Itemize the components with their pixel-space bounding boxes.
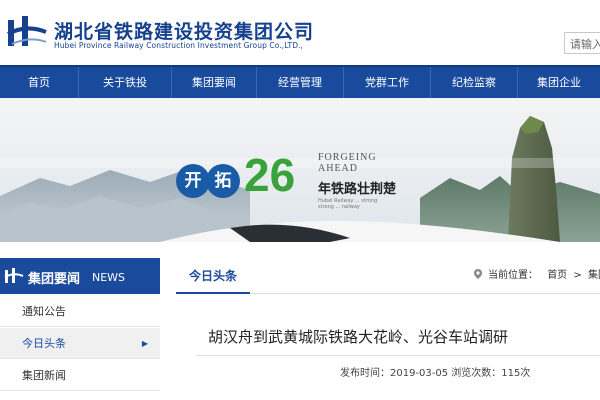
nav-item-party[interactable]: 党群工作 xyxy=(344,67,430,98)
mountain-landscape-image xyxy=(0,98,600,242)
sidebar-item-headlines[interactable]: 今日头条 ▶ xyxy=(0,328,160,359)
divider xyxy=(196,355,600,356)
site-subtitle: Hubei Province Railway Construction Inve… xyxy=(54,41,304,50)
hero-banner xyxy=(0,98,600,242)
banner-number: 26 xyxy=(244,149,296,201)
banner-slogan: 年铁路壮荆楚 xyxy=(318,182,397,197)
sidebar-logo-icon xyxy=(4,268,24,283)
banner-small-text: Hubei Railway ... strong strong ... rail… xyxy=(318,198,377,210)
location-icon xyxy=(474,269,482,279)
sidebar-item-label: 集团新闻 xyxy=(22,369,66,382)
main-nav: 首页 关于铁投 集团要闻 经营管理 党群工作 纪检监察 集团企业 xyxy=(0,65,600,98)
banner-char-expand: 拓 xyxy=(206,164,240,198)
banner-english: FORGEING AHEAD xyxy=(318,152,377,174)
sidebar-title-en: NEWS xyxy=(92,271,126,284)
banner-small-line2: strong ... railway xyxy=(318,204,360,210)
breadcrumb: 当前位置： 首页 > 集团 xyxy=(472,258,600,294)
breadcrumb-prefix: 当前位置： xyxy=(488,270,538,281)
breadcrumb-current[interactable]: 集团 xyxy=(588,270,600,281)
article-title: 胡汉舟到武黄城际铁路大花岭、光谷车站调研 xyxy=(208,328,509,346)
banner-char-open: 开 xyxy=(176,164,210,198)
content-tab-bar: 今日头条 当前位置： 首页 > 集团 xyxy=(176,258,600,294)
sidebar-item-group-news[interactable]: 集团新闻 xyxy=(0,360,160,391)
breadcrumb-home[interactable]: 首页 xyxy=(547,270,567,281)
sidebar-header: 集团要闻 NEWS xyxy=(0,258,160,294)
nav-item-enterprises[interactable]: 集团企业 xyxy=(518,67,600,98)
tab-headlines[interactable]: 今日头条 xyxy=(176,258,250,294)
article-meta: 发布时间：2019-03-05 浏览次数：115次 xyxy=(340,368,531,379)
sidebar-item-label: 通知公告 xyxy=(22,305,66,318)
nav-item-news[interactable]: 集团要闻 xyxy=(172,67,256,98)
search-input[interactable]: 请输入 xyxy=(564,32,600,54)
nav-item-management[interactable]: 经营管理 xyxy=(257,67,343,98)
nav-item-home[interactable]: 首页 xyxy=(0,67,78,98)
nav-item-discipline[interactable]: 纪检监察 xyxy=(431,67,517,98)
banner-english-line2: AHEAD xyxy=(318,163,358,174)
sidebar-item-label: 今日头条 xyxy=(22,337,66,350)
sidebar-title: 集团要闻 xyxy=(28,272,81,287)
company-logo-icon[interactable] xyxy=(6,14,48,52)
banner-english-line1: FORGEING xyxy=(318,152,377,163)
sidebar-item-notices[interactable]: 通知公告 xyxy=(0,296,160,327)
caret-right-icon: ▶ xyxy=(141,339,148,348)
site-title: 湖北省铁路建设投资集团公司 xyxy=(54,21,315,43)
nav-item-about[interactable]: 关于铁投 xyxy=(79,67,171,98)
breadcrumb-separator: > xyxy=(573,270,582,281)
site-header: 湖北省铁路建设投资集团公司 Hubei Province Railway Con… xyxy=(0,0,600,64)
